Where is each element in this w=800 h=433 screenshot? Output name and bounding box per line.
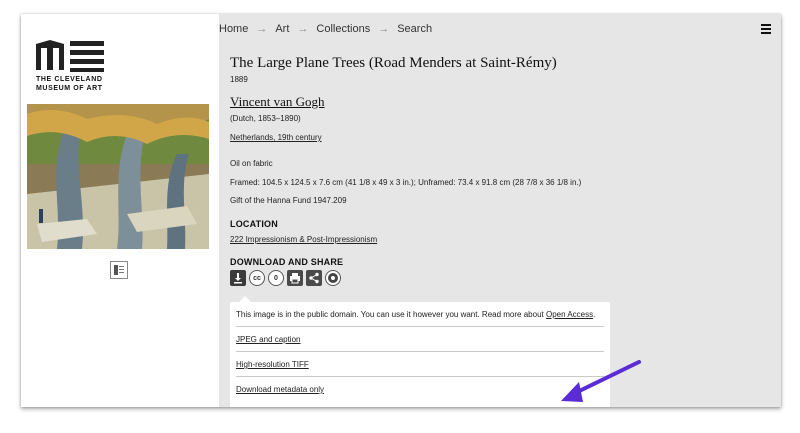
breadcrumb-separator: →: [256, 23, 268, 35]
download-metadata-link[interactable]: Download metadata only: [236, 385, 324, 394]
location-heading: LOCATION: [230, 219, 278, 229]
artwork-medium: Oil on fabric: [230, 159, 273, 168]
artwork-title: The Large Plane Trees (Road Menders at S…: [230, 55, 557, 71]
share-icons: cc 0: [230, 270, 341, 288]
painting-thumbnail: [27, 104, 209, 249]
document-icon[interactable]: [110, 261, 128, 279]
museum-name-line1: THE CLEVELAND: [36, 76, 103, 83]
download-share-heading: DOWNLOAD AND SHARE: [230, 257, 344, 267]
open-access-link[interactable]: Open Access: [546, 310, 593, 319]
logo-mark-icon: [36, 40, 104, 72]
culture-link[interactable]: Netherlands, 19th century: [230, 133, 322, 142]
public-domain-notice: This image is in the public domain. You …: [236, 302, 604, 327]
artwork-image[interactable]: [27, 104, 209, 249]
artist-link[interactable]: Vincent van Gogh: [230, 94, 325, 110]
breadcrumb-separator: →: [297, 23, 309, 35]
breadcrumb-home[interactable]: Home: [219, 23, 248, 35]
breadcrumb-search[interactable]: Search: [397, 23, 432, 35]
breadcrumb: Home → Art → Collections → Search: [219, 23, 432, 35]
artwork-dimensions: Framed: 104.5 x 124.5 x 7.6 cm (41 1/8 x…: [230, 178, 582, 187]
breadcrumb-art[interactable]: Art: [275, 23, 289, 35]
artist-nationality: (Dutch, 1853–1890): [230, 114, 301, 123]
hamburger-menu-icon[interactable]: [761, 24, 771, 34]
left-column: THE CLEVELAND MUSEUM OF ART: [21, 14, 219, 407]
print-icon[interactable]: [287, 270, 303, 286]
share-icon[interactable]: [306, 270, 322, 286]
download-jpeg-link[interactable]: JPEG and caption: [236, 335, 300, 344]
gallery-link[interactable]: 222 Impressionism & Post-Impressionism: [230, 235, 377, 244]
breadcrumb-separator: →: [378, 23, 390, 35]
download-option-row: JPEG and caption: [236, 327, 604, 352]
notice-end: .: [593, 310, 596, 319]
detail-panel: Home → Art → Collections → Search The Large Pl…: [219, 14, 781, 407]
artwork-year: 1889: [230, 75, 248, 84]
document-glyph: [114, 265, 124, 275]
download-tiff-link[interactable]: High-resolution TIFF: [236, 360, 309, 369]
artwork-credit: Gift of the Hanna Fund 1947.209: [230, 196, 347, 205]
creative-commons-icon[interactable]: cc: [249, 270, 265, 286]
notice-text: This image is in the public domain. You …: [236, 310, 544, 319]
annotation-arrow-icon: [561, 360, 641, 402]
download-icon[interactable]: [230, 270, 246, 286]
museum-name-line2: MUSEUM OF ART: [36, 85, 103, 92]
browser-frame: THE CLEVELAND MUSEUM OF ART Home → Art →…: [21, 14, 781, 407]
public-domain-icon[interactable]: 0: [268, 270, 284, 286]
museum-name: THE CLEVELAND MUSEUM OF ART: [36, 75, 103, 93]
aperture-icon[interactable]: [325, 270, 341, 286]
breadcrumb-collections[interactable]: Collections: [316, 23, 370, 35]
